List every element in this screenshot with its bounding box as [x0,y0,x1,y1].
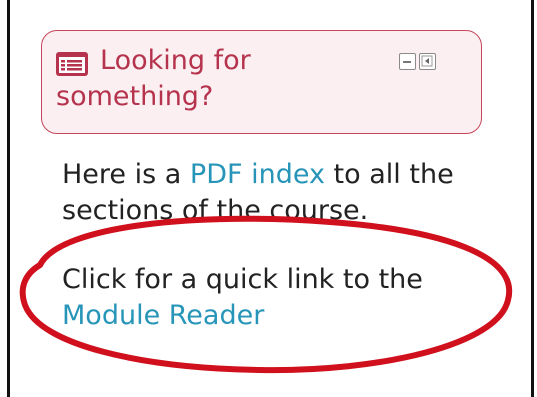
block-controls [399,53,436,71]
frame-border-left [7,0,10,397]
module-reader-text-prefix: Click for a quick link to the [62,264,423,295]
block-header: Looking for something? [41,30,482,134]
frame-border-right [531,0,534,397]
pdf-index-text-prefix: Here is a [62,159,190,190]
module-reader-paragraph: Click for a quick link to the Module Rea… [62,262,482,334]
collapse-block-button[interactable] [399,53,416,70]
screenshot-frame: Looking for something? Here is a PDF ind… [0,0,537,397]
minus-box-icon [403,61,411,63]
dock-left-icon [421,55,433,67]
pdf-index-link[interactable]: PDF index [190,159,325,190]
block-title: Looking for something? [56,45,251,112]
module-reader-link[interactable]: Module Reader [62,300,264,331]
dock-block-button[interactable] [419,53,436,70]
pdf-index-paragraph: Here is a PDF index to all the sections … [62,157,482,229]
